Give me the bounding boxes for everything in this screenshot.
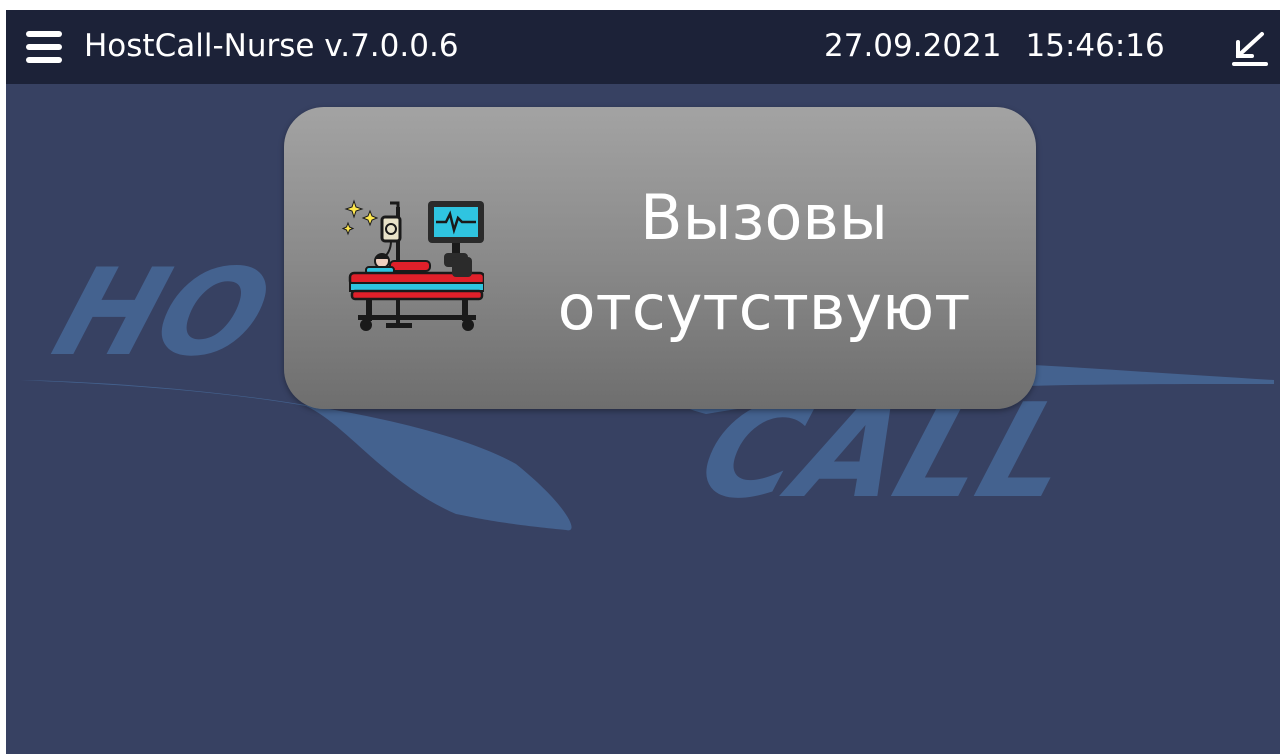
hamburger-menu-icon-line	[26, 57, 62, 63]
patient-bed-monitor-icon	[341, 199, 484, 331]
status-line-2: отсутствуют	[557, 271, 971, 344]
menu-button[interactable]	[26, 28, 62, 66]
minimize-arrow-icon	[1232, 32, 1268, 66]
hamburger-menu-icon	[26, 31, 62, 37]
app-window: HO CALL HostCall-Nurse v.7.0.0.6 27.09.2…	[6, 10, 1280, 754]
date-display: 27.09.2021	[824, 28, 1002, 64]
status-line-1: Вызовы	[640, 181, 888, 254]
datetime-display: 27.09.2021 15:46:16	[824, 24, 1165, 68]
status-card: Вызовы отсутствуют	[284, 107, 1036, 409]
logo-text-top: HO	[39, 244, 287, 383]
hamburger-menu-icon-line	[26, 44, 62, 50]
minimize-button[interactable]	[1230, 28, 1270, 68]
no-calls-message: Вызовы отсутствуют	[514, 173, 1014, 353]
time-display: 15:46:16	[1025, 28, 1165, 64]
app-title: HostCall-Nurse v.7.0.0.6	[84, 28, 459, 64]
top-bar: HostCall-Nurse v.7.0.0.6 27.09.2021 15:46…	[6, 10, 1280, 84]
